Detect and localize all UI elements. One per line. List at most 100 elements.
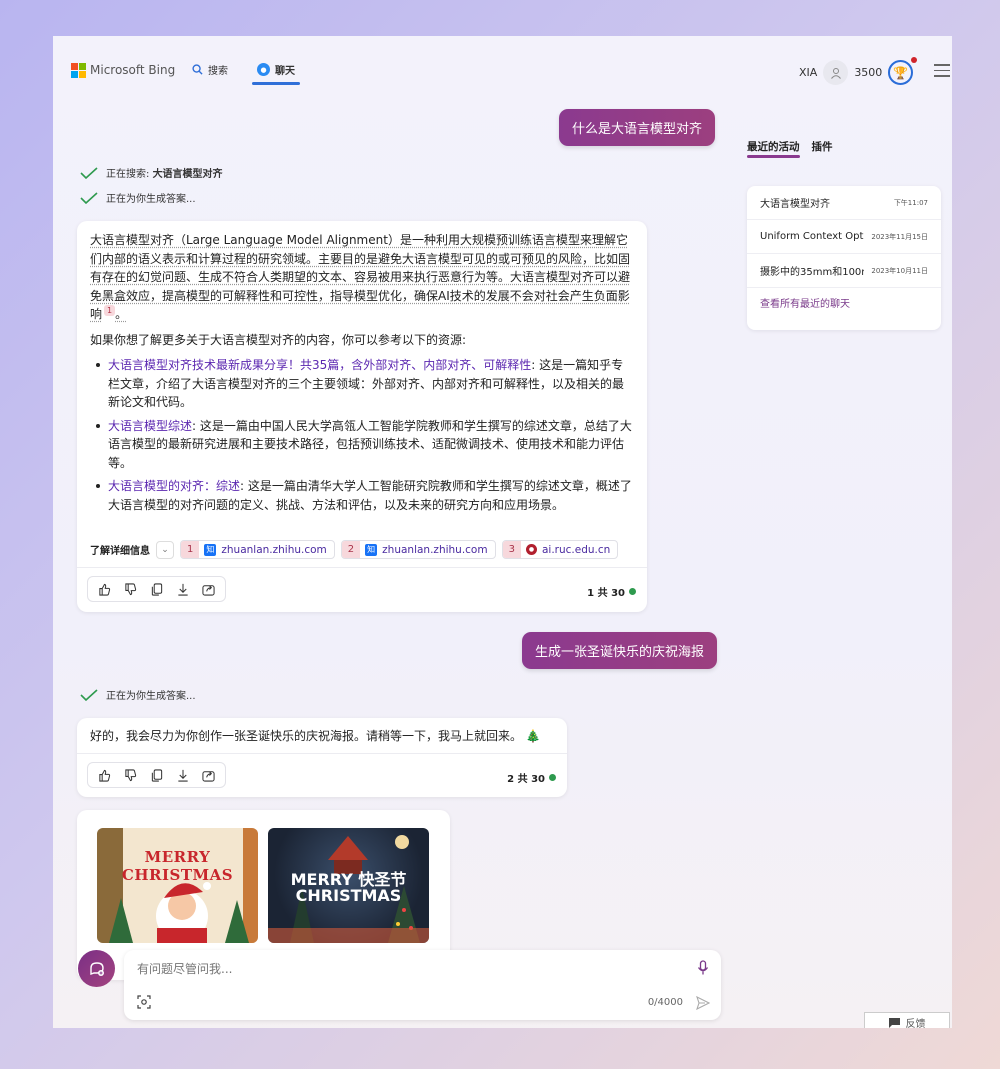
generating-status-text: 正在为你生成答案... — [106, 194, 196, 205]
list-item: 大语言模型对齐技术最新成果分享！共35篇，含外部对齐、内部对齐、可解释性: 这是… — [90, 356, 634, 412]
zhihu-icon: 知 — [365, 543, 378, 556]
recent-chat-item[interactable]: Uniform Context Optimization 2023年11月15日 — [747, 220, 941, 254]
answer-text: 大语言模型对齐（Large Language Model Alignment）是… — [90, 233, 631, 321]
copy-icon[interactable] — [144, 577, 169, 601]
bot-answer-card: 大语言模型对齐（Large Language Model Alignment）是… — [77, 221, 647, 612]
search-term: 大语言模型对齐 — [152, 169, 223, 180]
view-all-chats-link[interactable]: 查看所有最近的聊天 — [747, 288, 941, 322]
check-icon — [80, 688, 98, 701]
bing-logo[interactable]: Microsoft Bing — [71, 63, 176, 78]
avatar[interactable] — [823, 60, 849, 85]
turn-counter: 2 共 30 — [507, 770, 556, 785]
chat-icon: ● — [257, 63, 270, 76]
microphone-icon[interactable] — [697, 960, 709, 980]
share-icon[interactable] — [196, 763, 221, 787]
chat-input-box: 0/4000 — [124, 950, 721, 1020]
tab-plugins[interactable]: 插件 — [812, 139, 833, 154]
tab-recent-activity[interactable]: 最近的活动 — [747, 139, 800, 158]
recent-chat-item[interactable]: 大语言模型对齐 下午11:07 — [747, 186, 941, 220]
send-icon[interactable] — [696, 995, 711, 1014]
generated-image[interactable]: MERRY CHRISTMAS — [97, 828, 258, 943]
download-icon[interactable] — [170, 763, 195, 787]
sidebar-tabs: 最近的活动 插件 — [747, 139, 833, 158]
recent-chat-date: 2023年11月15日 — [871, 232, 928, 241]
turn-counter-text: 2 共 30 — [507, 774, 545, 785]
feedback-button[interactable]: 反馈 — [864, 1012, 950, 1028]
new-topic-button[interactable] — [78, 950, 115, 987]
recent-chat-date: 2023年10月11日 — [871, 266, 928, 275]
download-icon[interactable] — [170, 577, 195, 601]
share-icon[interactable] — [196, 577, 221, 601]
resource-link[interactable]: 大语言模型对齐技术最新成果分享！共35篇，含外部对齐、内部对齐、可解释性 — [108, 358, 531, 372]
list-item: 大语言模型综述: 这是一篇由中国人民大学高瓴人工智能学院教师和学生撰写的综述文章… — [90, 417, 634, 473]
source-number: 3 — [502, 541, 521, 558]
generating-status: 正在为你生成答案... — [80, 190, 196, 205]
brand-name: Microsoft Bing — [90, 63, 176, 77]
reply-text: 好的，我会尽力为你创作一张圣诞快乐的庆祝海报。请稍等一下，我马上就回来。 — [90, 729, 523, 743]
tree-emoji-icon: 🎄 — [525, 729, 541, 743]
user-icon — [830, 67, 841, 79]
learn-more-label: 了解详细信息 — [90, 546, 150, 557]
recent-chat-title: 大语言模型对齐 — [760, 199, 830, 210]
rewards-points[interactable]: 3500 — [854, 66, 882, 79]
answer-paragraph: 大语言模型对齐（Large Language Model Alignment）是… — [90, 231, 634, 324]
user-message: 生成一张圣诞快乐的庆祝海报 — [522, 632, 718, 669]
account-area: XIA 3500 🏆 — [799, 57, 918, 85]
rewards-trophy-icon[interactable]: 🏆 — [888, 57, 918, 85]
image-1-caption: MERRY CHRISTMAS — [121, 848, 234, 884]
recent-chat-title: Uniform Context Optimization — [760, 231, 864, 242]
recent-chat-date: 下午11:07 — [893, 198, 928, 207]
copy-icon[interactable] — [144, 763, 169, 787]
search-status-prefix: 正在搜索: — [106, 169, 153, 180]
thumbs-up-icon[interactable] — [92, 763, 117, 787]
source-chip[interactable]: 2 知 zhuanlan.zhihu.com — [340, 540, 496, 559]
search-status: 正在搜索: 大语言模型对齐 — [80, 165, 223, 180]
turn-counter: 1 共 30 — [587, 584, 636, 599]
generating-status-text: 正在为你生成答案... — [106, 691, 196, 702]
user-message: 什么是大语言模型对齐 — [559, 109, 716, 146]
active-tab-indicator — [252, 82, 300, 85]
source-number: 2 — [341, 541, 361, 558]
recent-chat-title: 摄影中的35mm和100mm — [760, 267, 864, 278]
list-item: 大语言模型的对齐：综述: 这是一篇由清华大学人工智能研究院教师和学生撰写的综述文… — [90, 477, 634, 514]
chevron-down-icon[interactable]: ⌄ — [156, 540, 174, 559]
thumbs-down-icon[interactable] — [118, 577, 143, 601]
resource-list: 大语言模型对齐技术最新成果分享！共35篇，含外部对齐、内部对齐、可解释性: 这是… — [90, 356, 634, 514]
image-search-icon[interactable] — [137, 994, 151, 1013]
answer-intro: 如果你想了解更多关于大语言模型对齐的内容，你可以参考以下的资源: — [90, 332, 467, 347]
santa-poster-illustration — [97, 828, 258, 943]
thumbs-up-icon[interactable] — [92, 577, 117, 601]
recent-chat-item[interactable]: 摄影中的35mm和100mm 2023年10月11日 — [747, 254, 941, 288]
source-domain: ai.ruc.edu.cn — [541, 543, 611, 556]
user-name[interactable]: XIA — [799, 66, 817, 79]
recent-activity-panel: 大语言模型对齐 下午11:07 Uniform Context Optimizat… — [747, 186, 941, 330]
ruc-icon: ● — [525, 544, 537, 555]
answer-period: 。 — [115, 307, 128, 321]
search-icon — [192, 64, 203, 75]
status-dot — [549, 774, 556, 781]
chat-input[interactable] — [137, 962, 677, 976]
check-icon — [80, 191, 98, 204]
message-actions — [87, 576, 226, 602]
nav-search[interactable]: 搜索 — [192, 62, 228, 77]
generated-image[interactable]: MERRY 快圣节 CHRISTMAS — [268, 828, 429, 943]
nav-chat[interactable]: ● 聊天 — [252, 62, 300, 85]
resource-link[interactable]: 大语言模型的对齐：综述 — [108, 479, 240, 493]
microsoft-logo-icon — [71, 63, 86, 78]
hamburger-menu-icon[interactable] — [934, 64, 950, 81]
resource-link[interactable]: 大语言模型综述 — [108, 419, 192, 433]
source-chip[interactable]: 1 知 zhuanlan.zhihu.com — [180, 540, 335, 559]
citation-marker[interactable]: 1 — [104, 305, 116, 316]
source-domain: zhuanlan.zhihu.com — [382, 543, 488, 556]
character-counter: 0/4000 — [647, 997, 683, 1008]
thumbs-down-icon[interactable] — [118, 763, 143, 787]
nav-search-label: 搜索 — [208, 66, 228, 77]
image-2-caption: MERRY 快圣节 CHRISTMAS — [290, 870, 407, 905]
divider — [77, 753, 567, 754]
zhihu-icon: 知 — [204, 543, 217, 556]
turn-counter-text: 1 共 30 — [587, 588, 625, 599]
bot-reply-card: 好的，我会尽力为你创作一张圣诞快乐的庆祝海报。请稍等一下，我马上就回来。 🎄 2… — [77, 718, 567, 797]
source-number: 1 — [181, 541, 200, 558]
feedback-label: 反馈 — [905, 1019, 926, 1028]
source-chip[interactable]: 3 ● ai.ruc.edu.cn — [501, 540, 619, 559]
